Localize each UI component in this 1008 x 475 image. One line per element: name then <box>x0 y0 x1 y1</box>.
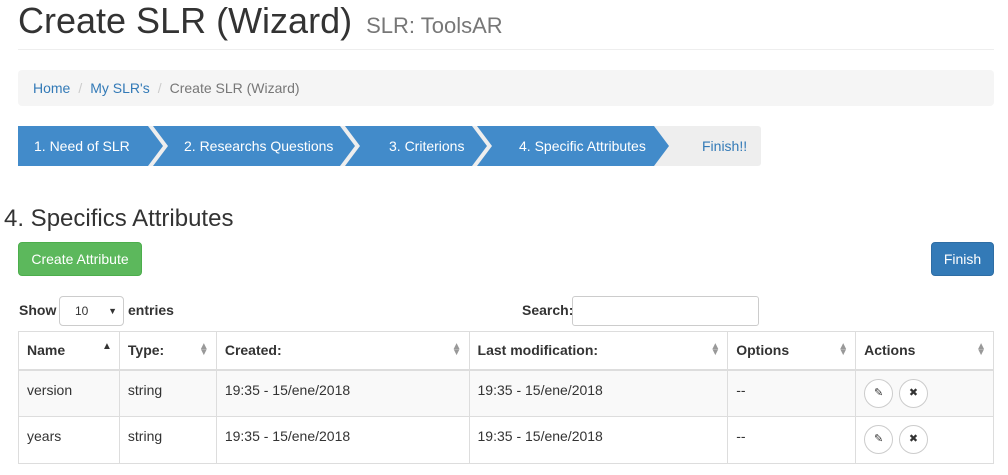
wizard-step-3-label: 3. Criterions <box>389 138 465 154</box>
sort-both-icon: ▲ ▼ <box>451 341 462 358</box>
breadcrumb-current: Create SLR (Wizard) <box>169 80 300 96</box>
wizard-step-1[interactable]: 1. Need of SLR <box>34 126 130 166</box>
breadcrumb-separator: / <box>78 80 83 96</box>
column-header-label: Type: <box>127 342 165 359</box>
column-header-label: Name <box>27 342 66 359</box>
column-header-type[interactable]: Type: ▲ ▼ <box>118 331 217 371</box>
column-header-created[interactable]: Created: ▲ ▼ <box>215 331 470 371</box>
page-subtitle: SLR: ToolsAR <box>366 13 503 38</box>
table-row: version string 19:35 - 15/ene/2018 19:35… <box>18 369 994 417</box>
close-icon: ✖ <box>908 433 919 445</box>
search-label: Search: <box>522 302 574 318</box>
wizard-step-1-label: 1. Need of SLR <box>34 138 130 154</box>
edit-icon: ✎ <box>873 433 884 445</box>
column-header-label: Last modification: <box>477 342 599 359</box>
wizard-steps: 1. Need of SLR 2. Researchs Questions 3.… <box>18 126 761 166</box>
cell-actions: ✎ ✖ <box>855 369 994 417</box>
column-header-label: Actions <box>864 342 916 359</box>
wizard-step-4[interactable]: 4. Specific Attributes <box>519 126 646 166</box>
edit-icon: ✎ <box>873 386 884 399</box>
table-header-row: Name ▲ Type: ▲ ▼ Created: ▲ ▼ Last modificati… <box>18 331 994 371</box>
breadcrumb: Home / My SLR's / Create SLR (Wizard) <box>18 70 994 106</box>
wizard-step-finish[interactable]: Finish!! <box>702 126 747 166</box>
breadcrumb-my-slrs[interactable]: My SLR's <box>90 80 149 96</box>
edit-button[interactable]: ✎ <box>864 378 894 408</box>
page-header: Create SLR (Wizard) SLR: ToolsAR <box>18 0 994 50</box>
sort-both-icon: ▲ ▼ <box>838 341 849 358</box>
table-row: years string 19:35 - 15/ene/2018 19:35 -… <box>18 416 994 464</box>
column-header-actions[interactable]: Actions ▲ ▼ <box>855 331 994 371</box>
cell-created: 19:35 - 15/ene/2018 <box>215 369 470 417</box>
column-header-name[interactable]: Name ▲ <box>18 331 120 371</box>
section-title: 4. Specifics Attributes <box>4 205 234 232</box>
wizard-step-3[interactable]: 3. Criterions <box>389 126 464 166</box>
wizard-step-4-label: 4. Specific Attributes <box>519 138 646 154</box>
attributes-table: Name ▲ Type: ▲ ▼ Created: ▲ ▼ Last modificati… <box>18 331 994 464</box>
cell-actions: ✎ ✖ <box>855 416 994 464</box>
search-input[interactable] <box>572 296 759 326</box>
cell-type: string <box>118 369 217 417</box>
page-title: Create SLR (Wizard) SLR: ToolsAR <box>18 0 994 47</box>
column-header-label: Options <box>736 342 790 359</box>
column-header-options[interactable]: Options ▲ ▼ <box>727 331 857 371</box>
wizard-step-2-label: 2. Researchs Questions <box>184 138 334 154</box>
edit-button[interactable]: ✎ <box>864 425 894 454</box>
chevron-down-icon: ▼ <box>108 306 117 316</box>
cell-name: years <box>18 416 120 464</box>
column-header-label: Created: <box>224 342 282 359</box>
sort-both-icon: ▲ ▼ <box>198 341 209 358</box>
column-header-last-modification[interactable]: Last modification: ▲ ▼ <box>468 331 729 371</box>
breadcrumb-home[interactable]: Home <box>33 80 70 96</box>
cell-created: 19:35 - 15/ene/2018 <box>215 416 470 464</box>
page-title-text: Create SLR (Wizard) <box>18 0 353 41</box>
cell-options: -- <box>727 369 857 417</box>
sort-both-icon: ▲ ▼ <box>710 341 721 358</box>
cell-type: string <box>118 416 217 464</box>
delete-button[interactable]: ✖ <box>898 378 928 408</box>
finish-button[interactable]: Finish <box>931 242 994 276</box>
cell-options: -- <box>727 416 857 464</box>
create-attribute-button[interactable]: Create Attribute <box>18 242 142 276</box>
sort-both-icon: ▲ ▼ <box>976 341 986 358</box>
cell-modified: 19:35 - 15/ene/2018 <box>468 416 729 464</box>
delete-button[interactable]: ✖ <box>898 425 928 454</box>
cell-modified: 19:35 - 15/ene/2018 <box>468 369 729 417</box>
breadcrumb-separator: / <box>157 80 162 96</box>
entries-label: entries <box>128 302 174 318</box>
wizard-step-2[interactable]: 2. Researchs Questions <box>184 126 333 166</box>
cell-name: version <box>18 369 120 417</box>
wizard-step-finish-label: Finish!! <box>702 138 748 154</box>
close-icon: ✖ <box>908 386 919 399</box>
show-label: Show <box>19 302 57 318</box>
entries-select[interactable]: 10 ▼ <box>59 296 124 326</box>
sort-asc-icon: ▲ <box>102 341 112 352</box>
entries-select-value: 10 <box>75 304 89 318</box>
